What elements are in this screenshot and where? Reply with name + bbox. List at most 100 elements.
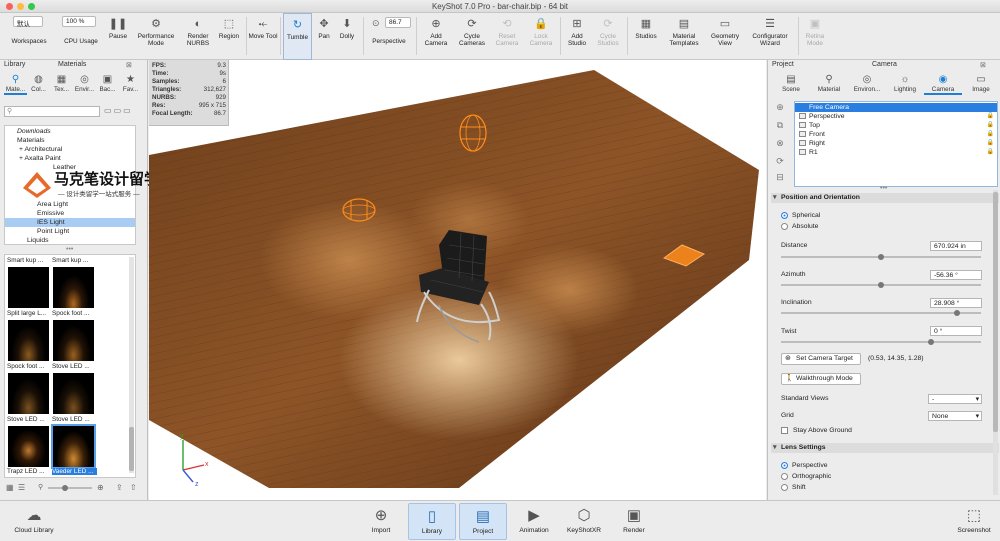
add-camera-button[interactable]: ⊕ Add Camera	[420, 13, 452, 60]
standard-views-select[interactable]: - ▾	[928, 394, 982, 404]
studios-button[interactable]: ▦ Studios	[631, 13, 661, 60]
tree-item-axalta-paint[interactable]: + Axalta Paint	[5, 154, 135, 163]
pan-button[interactable]: ✥ Pan	[313, 13, 335, 60]
inclination-slider[interactable]	[781, 310, 981, 316]
material-thumbnail[interactable]	[8, 267, 49, 308]
animation-button[interactable]: ▶ Animation	[510, 503, 558, 540]
upload-folder-icon[interactable]: ⇧	[130, 483, 137, 492]
camera-list-item[interactable]: Top 🔒	[795, 121, 997, 130]
configurator-wizard-button[interactable]: ☰ Configurator Wizard	[746, 13, 794, 60]
tab-scene[interactable]: ▤ Scene	[772, 74, 810, 95]
tree-item-ies-light[interactable]: IES Light	[5, 218, 135, 227]
azimuth-slider[interactable]	[781, 282, 981, 288]
orthographic-radio[interactable]	[781, 473, 788, 480]
render-button[interactable]: ▣ Render	[610, 503, 658, 540]
tab-camera[interactable]: ◉ Camera	[924, 74, 962, 95]
camera-list-item[interactable]: R1 🔒	[795, 148, 997, 157]
material-templates-button[interactable]: ▤ Material Templates	[664, 13, 704, 60]
splitter-handle[interactable]: •••	[880, 185, 887, 192]
stay-above-ground-checkbox[interactable]	[781, 427, 788, 434]
set-camera-target-button[interactable]: ⊛ Set Camera Target	[781, 353, 861, 365]
reset-camera-button[interactable]: ⟲ Reset Camera	[490, 13, 524, 60]
pause-button[interactable]: ❚❚ Pause	[104, 13, 132, 60]
twist-slider-knob[interactable]	[928, 339, 934, 345]
camera-list-item[interactable]: Front 🔒	[795, 130, 997, 139]
thumbnail-size-slider[interactable]	[48, 485, 92, 491]
tab-colors[interactable]: ◍ Col...	[27, 74, 50, 95]
move-tool-button[interactable]: ⤝ Move Tool	[248, 13, 278, 60]
keyshotxr-button[interactable]: ⬡ KeyShotXR	[560, 503, 608, 540]
material-thumbnail[interactable]	[8, 320, 49, 361]
tab-lighting[interactable]: ☼ Lighting	[886, 74, 924, 95]
perspective-lens-radio[interactable]	[781, 462, 788, 469]
delete-camera-icon[interactable]: ⊗	[773, 138, 787, 150]
spherical-radio[interactable]	[781, 212, 788, 219]
tab-favorites[interactable]: ★ Fav...	[119, 74, 142, 95]
tab-textures[interactable]: ▦ Tex...	[50, 74, 73, 95]
absolute-radio[interactable]	[781, 223, 788, 230]
perspective-input[interactable]: 86.7	[385, 17, 411, 28]
tree-item-architectural[interactable]: + Architectural	[5, 145, 135, 154]
reset-camera-side-icon[interactable]: ⟳	[773, 156, 787, 168]
folder-refresh-icon[interactable]: ▭	[123, 106, 133, 115]
tree-item-liquids[interactable]: Liquids	[5, 236, 135, 245]
retina-mode-button[interactable]: ▣ Retina Mode	[800, 13, 830, 60]
lock-icon[interactable]: 🔒	[987, 121, 994, 130]
folder-add-icon[interactable]: ▭	[114, 106, 124, 115]
grid-view-icon[interactable]: ▦	[6, 483, 14, 492]
dolly-button[interactable]: ⬇ Dolly	[335, 13, 359, 60]
material-thumbnail[interactable]	[53, 373, 94, 414]
material-thumbnail-selected[interactable]	[51, 424, 96, 469]
material-thumbnail[interactable]	[8, 426, 49, 467]
material-thumbnail[interactable]	[8, 373, 49, 414]
list-view-icon[interactable]: ☰	[18, 483, 25, 492]
panel-close-icon[interactable]: ⊠	[980, 61, 986, 69]
screenshot-button[interactable]: ⬚ Screenshot	[950, 503, 998, 540]
region-button[interactable]: ⬚ Region	[214, 13, 244, 60]
properties-scrollbar[interactable]	[993, 190, 998, 495]
lock-icon[interactable]: 🔒	[987, 130, 994, 139]
library-toggle-button[interactable]: ▯ Library	[408, 503, 456, 540]
azimuth-field[interactable]: -56.36 °	[930, 270, 982, 280]
tab-material[interactable]: ⚲ Material	[810, 74, 848, 95]
tree-item-point-light[interactable]: Point Light	[5, 227, 135, 236]
geometry-view-button[interactable]: ▭ Geometry View	[704, 13, 746, 60]
tab-materials[interactable]: ⚲ Mate...	[4, 74, 27, 95]
position-orientation-section[interactable]: Position and Orientation	[771, 193, 999, 203]
tree-item-area-light[interactable]: Area Light	[5, 200, 135, 209]
cloud-library-button[interactable]: ☁ Cloud Library	[8, 503, 60, 540]
lock-camera-button[interactable]: 🔒 Lock Camera	[524, 13, 558, 60]
performance-mode-button[interactable]: ⚙ Performance Mode	[134, 13, 178, 60]
splitter-handle[interactable]: •••	[66, 246, 73, 253]
material-thumbnail[interactable]	[53, 267, 94, 308]
render-nurbs-button[interactable]: ◐ Render NURBS	[180, 13, 216, 60]
library-search-input[interactable]: ⚲	[4, 106, 100, 117]
project-toggle-button[interactable]: ▤ Project	[459, 503, 507, 540]
zoom-in-icon[interactable]: ⊕	[97, 483, 104, 492]
inclination-field[interactable]: 28.908 °	[930, 298, 982, 308]
tab-environment[interactable]: ◎ Environ...	[848, 74, 886, 95]
camera-list-item[interactable]: Right 🔒	[795, 139, 997, 148]
walkthrough-mode-button[interactable]: 🚶 Walkthrough Mode	[781, 373, 861, 385]
inclination-slider-knob[interactable]	[954, 310, 960, 316]
duplicate-camera-icon[interactable]: ⧉	[773, 120, 787, 132]
distance-slider[interactable]	[781, 254, 981, 260]
folder-icon[interactable]: ▭	[104, 106, 114, 115]
tree-item-materials[interactable]: Materials	[5, 136, 135, 145]
add-camera-side-icon[interactable]: ⊕	[773, 102, 787, 114]
material-thumbnail[interactable]	[53, 320, 94, 361]
twist-field[interactable]: 0 °	[930, 326, 982, 336]
twist-slider[interactable]	[781, 339, 981, 345]
workspace-select[interactable]: 默认	[13, 16, 43, 28]
lock-icon[interactable]: 🔒	[987, 148, 994, 157]
panel-close-icon[interactable]: ⊠	[126, 61, 132, 69]
tab-backplates[interactable]: ▣ Bac...	[96, 74, 119, 95]
cycle-studios-button[interactable]: ⟳ Cycle Studios	[592, 13, 624, 60]
camera-list-item[interactable]: Perspective 🔒	[795, 112, 997, 121]
distance-slider-knob[interactable]	[878, 254, 884, 260]
lock-icon[interactable]: 🔒	[987, 112, 994, 121]
distance-field[interactable]: 670.924 in	[930, 241, 982, 251]
cpu-usage-select[interactable]: 100 %	[62, 16, 96, 27]
tab-environments[interactable]: ◎ Envir...	[73, 74, 96, 95]
camera-list-item[interactable]: Free Camera	[795, 103, 997, 112]
